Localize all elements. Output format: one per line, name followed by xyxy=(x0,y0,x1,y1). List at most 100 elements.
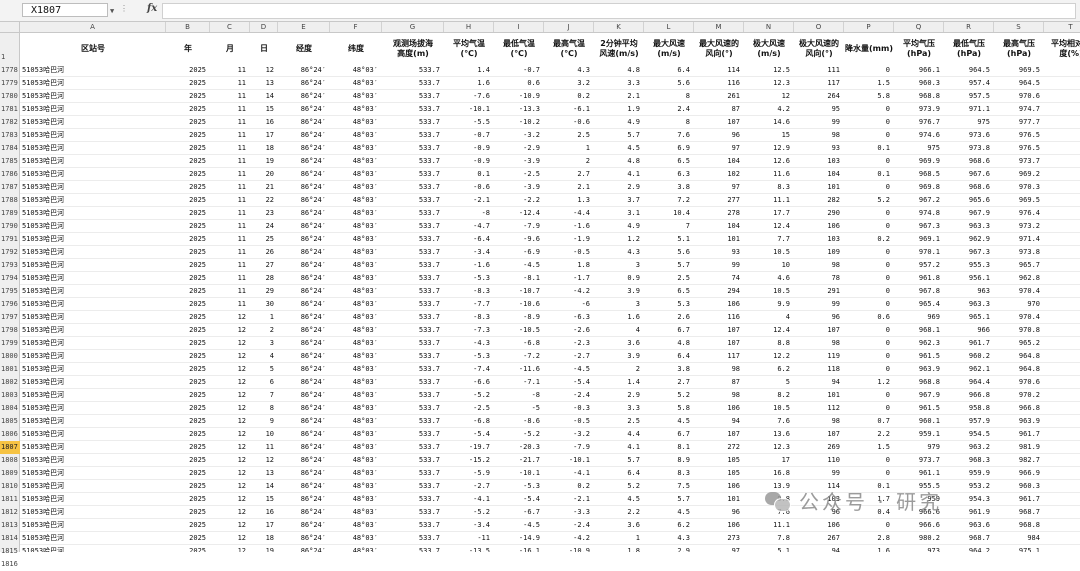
cell-r[interactable]: 968.7 xyxy=(944,532,994,544)
cell-n[interactable]: 12 xyxy=(744,90,794,102)
cell-f[interactable]: 48°03′ xyxy=(330,324,382,336)
cell-k[interactable]: 3 xyxy=(594,298,644,310)
cell-g[interactable]: 533.7 xyxy=(382,181,444,193)
cell-c[interactable]: 11 xyxy=(210,129,250,141)
cell-l[interactable]: 7 xyxy=(644,220,694,232)
cell-m[interactable]: 97 xyxy=(694,181,744,193)
cell-e[interactable]: 86°24′ xyxy=(278,116,330,128)
cell-a[interactable]: 51053哈巴河 xyxy=(20,116,166,128)
cell-p[interactable]: 1.5 xyxy=(844,77,894,89)
cell-p[interactable]: 0 xyxy=(844,467,894,479)
cell-q[interactable]: 973.7 xyxy=(894,454,944,466)
row-number[interactable]: 1795 xyxy=(0,285,20,298)
cell-l[interactable]: 3.8 xyxy=(644,181,694,193)
cell-s[interactable]: 984 xyxy=(994,532,1044,544)
cell-a[interactable]: 51053哈巴河 xyxy=(20,207,166,219)
cell-i[interactable]: -21.7 xyxy=(494,454,544,466)
cell-i[interactable]: -0.7 xyxy=(494,64,544,76)
cell-c[interactable]: 12 xyxy=(210,493,250,505)
cell-e[interactable]: 86°24′ xyxy=(278,220,330,232)
cell-r[interactable]: 957.9 xyxy=(944,415,994,427)
cell-b[interactable]: 2025 xyxy=(166,467,210,479)
column-header-g[interactable]: G xyxy=(382,22,444,32)
cell-d[interactable]: 12 xyxy=(250,454,278,466)
row-number[interactable]: 1797 xyxy=(0,311,20,324)
cell-r[interactable]: 968.6 xyxy=(944,181,994,193)
cell-g[interactable]: 533.7 xyxy=(382,402,444,414)
cell-c[interactable]: 11 xyxy=(210,77,250,89)
cell-g[interactable]: 533.7 xyxy=(382,532,444,544)
cell-s[interactable]: 970.6 xyxy=(994,90,1044,102)
cell-m[interactable]: 101 xyxy=(694,493,744,505)
cell-h[interactable]: -0.6 xyxy=(444,181,494,193)
cell-c[interactable]: 11 xyxy=(210,90,250,102)
cell-i[interactable]: -6.9 xyxy=(494,246,544,258)
cell-l[interactable]: 5.7 xyxy=(644,493,694,505)
cell-a[interactable]: 51053哈巴河 xyxy=(20,389,166,401)
row-number[interactable]: 1808 xyxy=(0,454,20,467)
cell-l[interactable]: 6.2 xyxy=(644,519,694,531)
cell-d[interactable]: 14 xyxy=(250,480,278,492)
cell-k[interactable]: 3.6 xyxy=(594,519,644,531)
cell-k[interactable]: 3.7 xyxy=(594,194,644,206)
row-number[interactable]: 1807 xyxy=(0,441,20,454)
cell-l[interactable]: 6.7 xyxy=(644,428,694,440)
cell-k[interactable]: 5.7 xyxy=(594,129,644,141)
cell-f[interactable]: 48°03′ xyxy=(330,116,382,128)
cell-r[interactable]: 968.3 xyxy=(944,454,994,466)
cell-j[interactable]: -0.3 xyxy=(544,402,594,414)
cell-p[interactable]: 1.5 xyxy=(844,441,894,453)
cell-q[interactable]: 973.9 xyxy=(894,103,944,115)
header-cell-m[interactable]: 最大风速的 风向(°) xyxy=(694,33,744,64)
cell-d[interactable]: 2 xyxy=(250,324,278,336)
cell-a[interactable]: 51053哈巴河 xyxy=(20,233,166,245)
cell-k[interactable]: 1.2 xyxy=(594,233,644,245)
cell-n[interactable]: 5.1 xyxy=(744,545,794,552)
cell-j[interactable]: -1.6 xyxy=(544,220,594,232)
cell-k[interactable]: 4.5 xyxy=(594,493,644,505)
cell-d[interactable]: 25 xyxy=(250,233,278,245)
row-number[interactable]: 1804 xyxy=(0,402,20,415)
cell-k[interactable]: 1.6 xyxy=(594,311,644,323)
cell-c[interactable]: 11 xyxy=(210,103,250,115)
cell-e[interactable]: 86°24′ xyxy=(278,103,330,115)
cell-a[interactable]: 51053哈巴河 xyxy=(20,129,166,141)
cell-p[interactable]: 0 xyxy=(844,285,894,297)
cell-p[interactable]: 0 xyxy=(844,363,894,375)
cell-c[interactable]: 12 xyxy=(210,519,250,531)
cell-c[interactable]: 12 xyxy=(210,545,250,552)
cell-f[interactable]: 48°03′ xyxy=(330,337,382,349)
cell-s[interactable]: 981.9 xyxy=(994,441,1044,453)
cell-c[interactable]: 11 xyxy=(210,272,250,284)
cell-k[interactable]: 2.2 xyxy=(594,506,644,518)
cell-r[interactable]: 964.2 xyxy=(944,545,994,552)
cell-b[interactable]: 2025 xyxy=(166,103,210,115)
cell-n[interactable]: 12.3 xyxy=(744,441,794,453)
cell-j[interactable]: -4.2 xyxy=(544,532,594,544)
cell-n[interactable]: 11.6 xyxy=(744,168,794,180)
cell-m[interactable]: 117 xyxy=(694,350,744,362)
cell-r[interactable]: 973.8 xyxy=(944,142,994,154)
column-header-e[interactable]: E xyxy=(278,22,330,32)
cell-k[interactable]: 4.8 xyxy=(594,64,644,76)
formula-input[interactable] xyxy=(162,3,1076,19)
cell-d[interactable]: 5 xyxy=(250,363,278,375)
cell-p[interactable]: 0 xyxy=(844,64,894,76)
cell-g[interactable]: 533.7 xyxy=(382,363,444,375)
row-number[interactable]: 1783 xyxy=(0,129,20,142)
cell-b[interactable]: 2025 xyxy=(166,77,210,89)
cell-r[interactable]: 955.3 xyxy=(944,259,994,271)
cell-b[interactable]: 2025 xyxy=(166,116,210,128)
cell-b[interactable]: 2025 xyxy=(166,246,210,258)
cell-m[interactable]: 107 xyxy=(694,428,744,440)
cell-r[interactable]: 966 xyxy=(944,324,994,336)
cell-o[interactable]: 110 xyxy=(794,454,844,466)
cell-d[interactable]: 14 xyxy=(250,90,278,102)
cell-o[interactable]: 106 xyxy=(794,220,844,232)
cell-i[interactable]: -13.3 xyxy=(494,103,544,115)
row-number[interactable]: 1789 xyxy=(0,207,20,220)
cell-p[interactable]: 0 xyxy=(844,402,894,414)
cell-r[interactable]: 967.3 xyxy=(944,246,994,258)
cell-i[interactable]: -6.7 xyxy=(494,506,544,518)
cell-f[interactable]: 48°03′ xyxy=(330,467,382,479)
